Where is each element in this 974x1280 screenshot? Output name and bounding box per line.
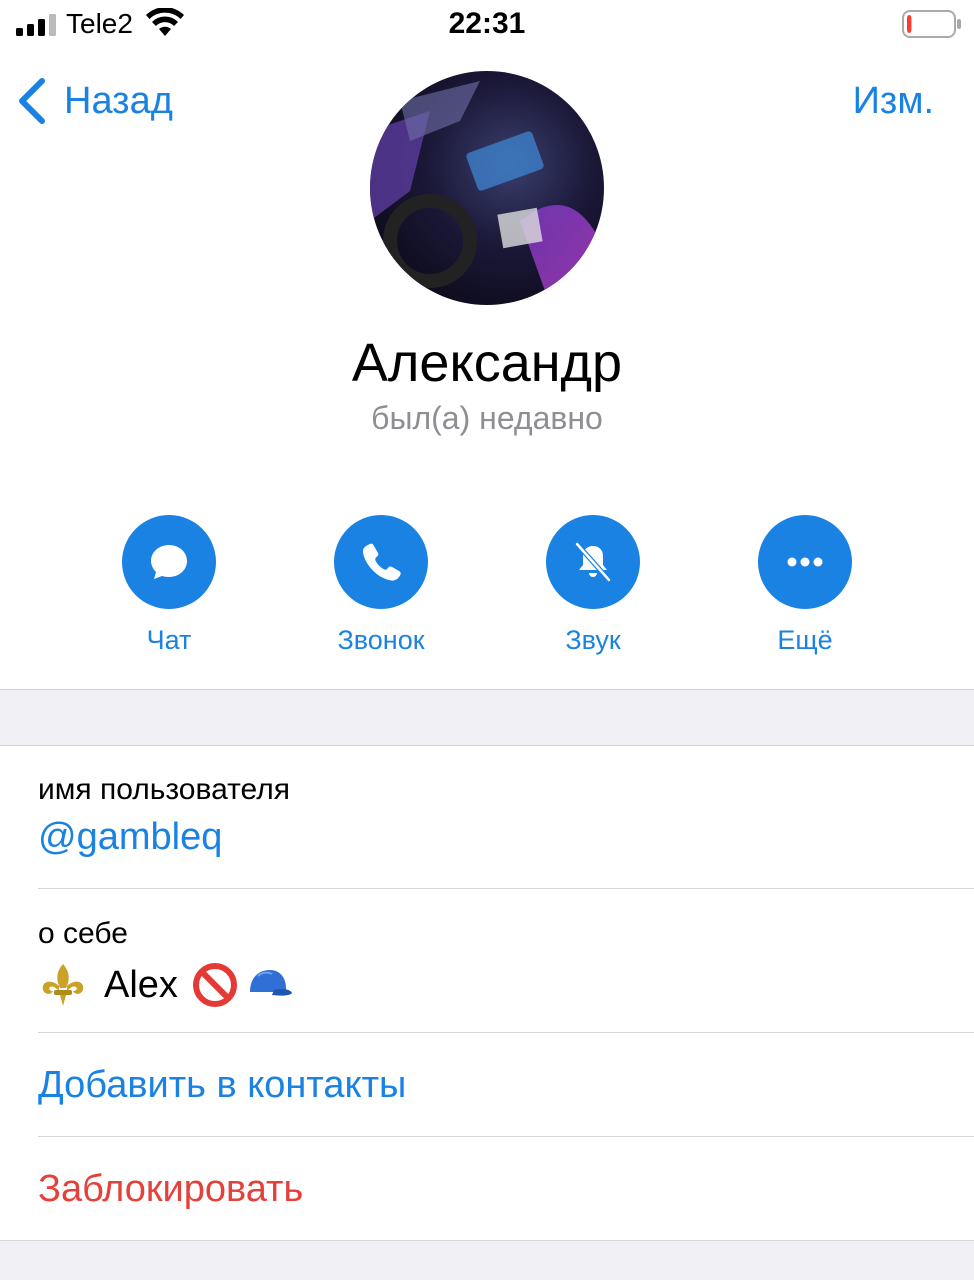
mute-action-label: Звук	[565, 625, 621, 655]
call-action-button[interactable]: Звонок	[301, 515, 461, 656]
fleur-de-lis-emoji	[42, 964, 84, 1006]
bottom-spacer	[0, 1240, 974, 1280]
mute-action-button[interactable]: Звук	[513, 515, 673, 656]
about-text-line: Alex	[38, 962, 294, 1008]
more-dots-icon	[787, 557, 823, 567]
status-bar: Tele2 22:31	[0, 0, 974, 50]
back-button[interactable]: Назад	[16, 76, 173, 126]
chevron-left-icon	[19, 78, 45, 124]
add-to-contacts-button[interactable]: Добавить в контакты	[38, 1064, 406, 1107]
call-action-label: Звонок	[337, 625, 425, 655]
username-value[interactable]: @gambleq	[38, 816, 222, 859]
chat-bubble-icon	[151, 545, 187, 579]
row-divider	[38, 1136, 974, 1137]
last-seen-status: был(а) недавно	[371, 400, 603, 436]
more-action-button[interactable]: Ещё	[725, 515, 885, 656]
battery-low-icon	[902, 10, 961, 38]
section-spacer	[0, 689, 974, 746]
chat-action-label: Чат	[146, 625, 192, 655]
edit-button[interactable]: Изм.	[853, 76, 934, 126]
row-divider	[38, 1032, 974, 1033]
more-action-label: Ещё	[777, 625, 833, 655]
block-user-button[interactable]: Заблокировать	[38, 1168, 303, 1211]
clock: 22:31	[448, 7, 526, 40]
about-label: о себе	[38, 917, 128, 950]
back-label: Назад	[64, 79, 173, 122]
profile-name: Александр	[351, 333, 623, 393]
prohibited-emoji	[192, 963, 237, 1007]
avatar[interactable]	[370, 71, 604, 305]
about-text: Alex	[104, 963, 178, 1006]
bell-muted-icon	[575, 542, 611, 582]
chat-action-button[interactable]: Чат	[89, 515, 249, 656]
username-label: имя пользователя	[38, 773, 290, 806]
cap-emoji	[249, 970, 292, 996]
row-divider	[38, 888, 974, 889]
phone-icon	[362, 543, 401, 581]
